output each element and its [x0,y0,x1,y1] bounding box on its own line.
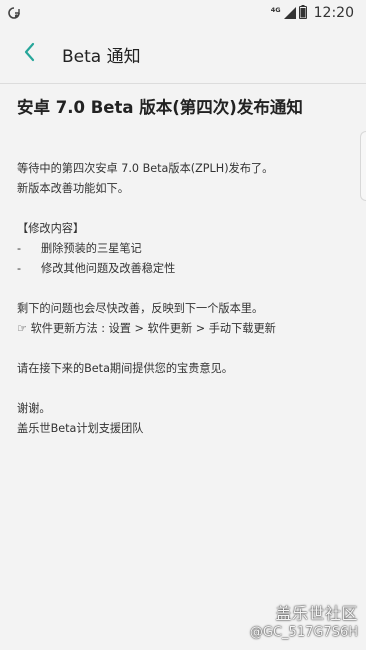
battery-icon [298,4,307,23]
edge-panel-handle[interactable] [360,131,366,201]
watermark-brand: 盖乐世社区 [275,604,358,623]
change-text: 修改其他问题及改善稳定性 [41,262,176,275]
signal-icon [283,4,296,23]
app-bar: Beta 通知 [0,26,366,84]
signature-line: 盖乐世Beta计划支援团队 [17,422,144,435]
list-dash: - [17,242,22,255]
list-dash: - [17,262,22,275]
feedback-line: 请在接下来的Beta期间提供您的宝贵意见。 [17,362,233,375]
clock: 12:20 [313,5,354,21]
network-type: 4G [270,6,281,14]
post-content: 安卓 7.0 Beta 版本(第四次)发布通知 等待中的第四次安卓 7.0 Be… [17,95,347,439]
list-item: - 修改其他问题及改善稳定性 [17,259,347,279]
community-watermark: 盖乐世社区 @GC_517G7S6H [250,604,358,642]
followup-line: 剩下的问题也会尽快改善，反映到下一个版本里。 [17,302,264,315]
closing-line: 谢谢。 [17,402,51,415]
list-item: - 删除预装的三星笔记 [17,239,347,259]
update-method-line: ☞ 软件更新方法 : 设置 > 软件更新 > 手动下载更新 [17,322,276,335]
changes-header: 【修改内容】 [17,222,85,235]
chevron-left-icon [23,42,37,66]
status-bar: 4G 12:20 [0,0,366,26]
page-title: Beta 通知 [62,47,141,67]
change-text: 删除预装的三星笔记 [41,242,142,255]
intro-line: 等待中的第四次安卓 7.0 Beta版本(ZPLH)发布了。 [17,162,274,175]
post-title: 安卓 7.0 Beta 版本(第四次)发布通知 [17,98,303,117]
sync-icon [7,5,21,19]
intro-line: 新版本改善功能如下。 [17,182,129,195]
back-button[interactable] [12,36,48,72]
watermark-user: @GC_517G7S6H [249,625,358,640]
